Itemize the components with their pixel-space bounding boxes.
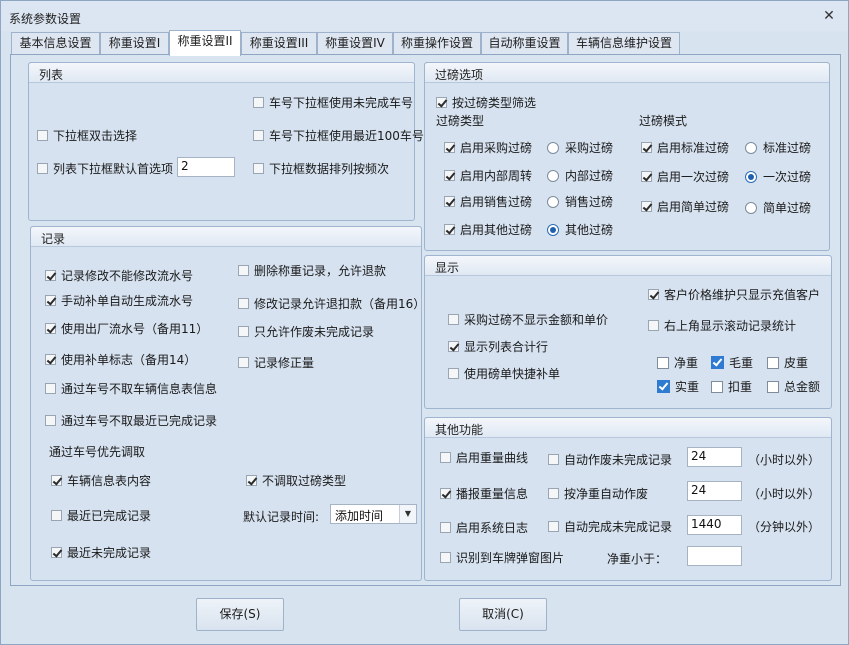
auto-void-hours-input[interactable]: 24 — [687, 447, 742, 467]
tab-auto-weighing[interactable]: 自动称重设置 — [481, 32, 568, 55]
tab-vehicle-info[interactable]: 车辆信息维护设置 — [568, 32, 680, 55]
other-group-title: 其他功能 — [435, 423, 484, 437]
no-filter-type-checkbox[interactable]: 不调取过磅类型 — [246, 472, 346, 489]
enable-purchase-checkbox[interactable]: 启用采购过磅 — [444, 139, 532, 156]
auto-complete-unit: （分钟以外） — [748, 520, 821, 534]
window-title: 系统参数设置 — [9, 12, 82, 26]
tab-basic-info[interactable]: 基本信息设置 — [11, 32, 100, 55]
scroll-record-stats-checkbox[interactable]: 右上角显示滚动记录统计 — [648, 317, 796, 334]
actual-weight-checkbox[interactable]: 实重 — [657, 378, 699, 395]
tab-page-weighing-2: 列表 车号下拉框使用未完成车号 下拉框双击选择 车号下拉框使用最近100车号 列… — [10, 54, 841, 586]
system-log-checkbox[interactable]: 启用系统日志 — [440, 519, 528, 536]
title-bar: 系统参数设置 ✕ — [1, 1, 848, 31]
recent-unfinished-checkbox[interactable]: 最近未完成记录 — [51, 544, 151, 561]
manual-auto-serial-checkbox[interactable]: 手动补单自动生成流水号 — [45, 292, 193, 309]
plate-popup-checkbox[interactable]: 识别到车牌弹窗图片 — [440, 549, 564, 566]
no-recent-complete-checkbox[interactable]: 通过车号不取最近已完成记录 — [45, 412, 217, 429]
record-group: 记录 记录修改不能修改流水号 手动补单自动生成流水号 使用出厂流水号（备用11）… — [30, 226, 425, 581]
net-weight-checkbox[interactable]: 净重 — [657, 354, 698, 371]
radio-single[interactable]: 一次过磅 — [745, 168, 811, 185]
list-group: 列表 车号下拉框使用未完成车号 下拉框双击选择 车号下拉框使用最近100车号 列… — [28, 62, 424, 221]
cancel-button[interactable]: 取消(C) — [459, 598, 547, 631]
filter-group: 过磅选项 按过磅类型筛选 过磅类型 过磅模式 启用采购过磅 启用内部周转 启用销… — [424, 62, 830, 251]
other-group: 其他功能 启用重量曲线 播报重量信息 启用系统日志 识别到车牌弹窗图片 自动作废… — [424, 417, 832, 581]
dropdown-doubleclick-checkbox[interactable]: 下拉框双击选择 — [37, 127, 137, 144]
radio-other[interactable]: 其他过磅 — [547, 221, 613, 238]
close-icon[interactable]: ✕ — [822, 9, 836, 23]
show-list-total-checkbox[interactable]: 显示列表合计行 — [448, 338, 548, 355]
radio-internal[interactable]: 内部过磅 — [547, 167, 613, 184]
tab-weighing-operation[interactable]: 称重操作设置 — [393, 32, 481, 55]
no-modify-serial-checkbox[interactable]: 记录修改不能修改流水号 — [45, 267, 193, 284]
use-ticket-quick-checkbox[interactable]: 使用磅单快捷补单 — [448, 365, 560, 382]
list-group-title: 列表 — [39, 68, 64, 82]
delete-allow-refund-checkbox[interactable]: 删除称重记录，允许退款 — [238, 262, 386, 279]
default-time-select[interactable]: 添加时间 ▼ — [330, 504, 417, 524]
use-supplement-flag-checkbox[interactable]: 使用补单标志（备用14） — [45, 351, 196, 368]
record-correction-checkbox[interactable]: 记录修正量 — [238, 354, 314, 371]
only-void-unfinished-checkbox[interactable]: 只允许作废未完成记录 — [238, 323, 374, 340]
enable-internal-checkbox[interactable]: 启用内部周转 — [444, 167, 532, 184]
record-group-title: 记录 — [41, 232, 66, 246]
chevron-down-icon: ▼ — [399, 505, 416, 523]
auto-void-unfinished-checkbox[interactable]: 自动作废未完成记录 — [548, 451, 672, 468]
deduct-weight-checkbox[interactable]: 扣重 — [711, 378, 752, 395]
tare-weight-checkbox[interactable]: 皮重 — [767, 354, 808, 371]
tab-weighing-1[interactable]: 称重设置I — [100, 32, 169, 55]
tab-weighing-3[interactable]: 称重设置III — [241, 32, 317, 55]
customer-price-show-checkbox[interactable]: 客户价格维护只显示充值客户 — [648, 286, 820, 303]
dropdown-default-input[interactable]: 2 — [177, 157, 235, 177]
recent-completed-checkbox[interactable]: 最近已完成记录 — [51, 507, 151, 524]
net-less-than-input[interactable] — [687, 546, 742, 566]
auto-complete-minutes-input[interactable]: 1440 — [687, 515, 742, 535]
filter-type-title: 过磅类型 — [436, 114, 485, 128]
dropdown-default-checkbox[interactable]: 列表下拉框默认首选项 — [37, 160, 173, 177]
enable-simple-checkbox[interactable]: 启用简单过磅 — [641, 198, 729, 215]
auto-complete-unfinished-checkbox[interactable]: 自动完成未完成记录 — [548, 518, 672, 535]
radio-sales[interactable]: 销售过磅 — [547, 193, 613, 210]
purchase-hide-amount-checkbox[interactable]: 采购过磅不显示金额和单价 — [448, 311, 608, 328]
net-auto-void-unit: （小时以外） — [748, 487, 821, 501]
net-less-than-label: 净重小于： — [607, 552, 668, 566]
broadcast-weight-checkbox[interactable]: 播报重量信息 — [440, 485, 528, 502]
settings-window: 系统参数设置 ✕ 基本信息设置 称重设置I 称重设置II 称重设置III 称重设… — [0, 0, 849, 645]
use-outbound-serial-checkbox[interactable]: 使用出厂流水号（备用11） — [45, 320, 208, 337]
vehicle-info-content-checkbox[interactable]: 车辆信息表内容 — [51, 472, 151, 489]
plate-unfinished-checkbox[interactable]: 车号下拉框使用未完成车号 — [253, 94, 413, 111]
enable-single-checkbox[interactable]: 启用一次过磅 — [641, 168, 729, 185]
total-amount-checkbox[interactable]: 总金额 — [767, 378, 820, 395]
filter-mode-title: 过磅模式 — [639, 114, 688, 128]
default-time-label: 默认记录时间: — [243, 510, 320, 524]
plate-recent100-checkbox[interactable]: 车号下拉框使用最近100车号 — [253, 127, 424, 144]
save-button[interactable]: 保存(S) — [196, 598, 284, 631]
enable-standard-checkbox[interactable]: 启用标准过磅 — [641, 139, 729, 156]
net-auto-void-hours-input[interactable]: 24 — [687, 481, 742, 501]
display-group-title: 显示 — [435, 261, 460, 275]
dropdown-sort-freq-checkbox[interactable]: 下拉框数据排列按频次 — [253, 160, 389, 177]
net-auto-void-checkbox[interactable]: 按净重自动作废 — [548, 485, 648, 502]
weight-curve-checkbox[interactable]: 启用重量曲线 — [440, 449, 528, 466]
gross-weight-checkbox[interactable]: 毛重 — [711, 354, 753, 371]
enable-sales-checkbox[interactable]: 启用销售过磅 — [444, 193, 532, 210]
tab-weighing-2[interactable]: 称重设置II — [169, 30, 241, 56]
enable-other-checkbox[interactable]: 启用其他过磅 — [444, 221, 532, 238]
auto-void-unit: （小时以外） — [748, 453, 821, 467]
radio-purchase[interactable]: 采购过磅 — [547, 139, 613, 156]
priority-title: 通过车号优先调取 — [49, 445, 146, 459]
display-group: 显示 采购过磅不显示金额和单价 显示列表合计行 使用磅单快捷补单 客户价格维护只… — [424, 255, 832, 409]
filter-by-type-checkbox[interactable]: 按过磅类型筛选 — [436, 94, 536, 111]
filter-group-title: 过磅选项 — [435, 68, 484, 82]
radio-standard[interactable]: 标准过磅 — [745, 139, 811, 156]
tab-weighing-4[interactable]: 称重设置IV — [317, 32, 393, 55]
radio-simple[interactable]: 简单过磅 — [745, 199, 811, 216]
no-vehicle-info-checkbox[interactable]: 通过车号不取车辆信息表信息 — [45, 380, 217, 397]
modify-allow-refund-checkbox[interactable]: 修改记录允许退扣款（备用16） — [238, 295, 425, 312]
